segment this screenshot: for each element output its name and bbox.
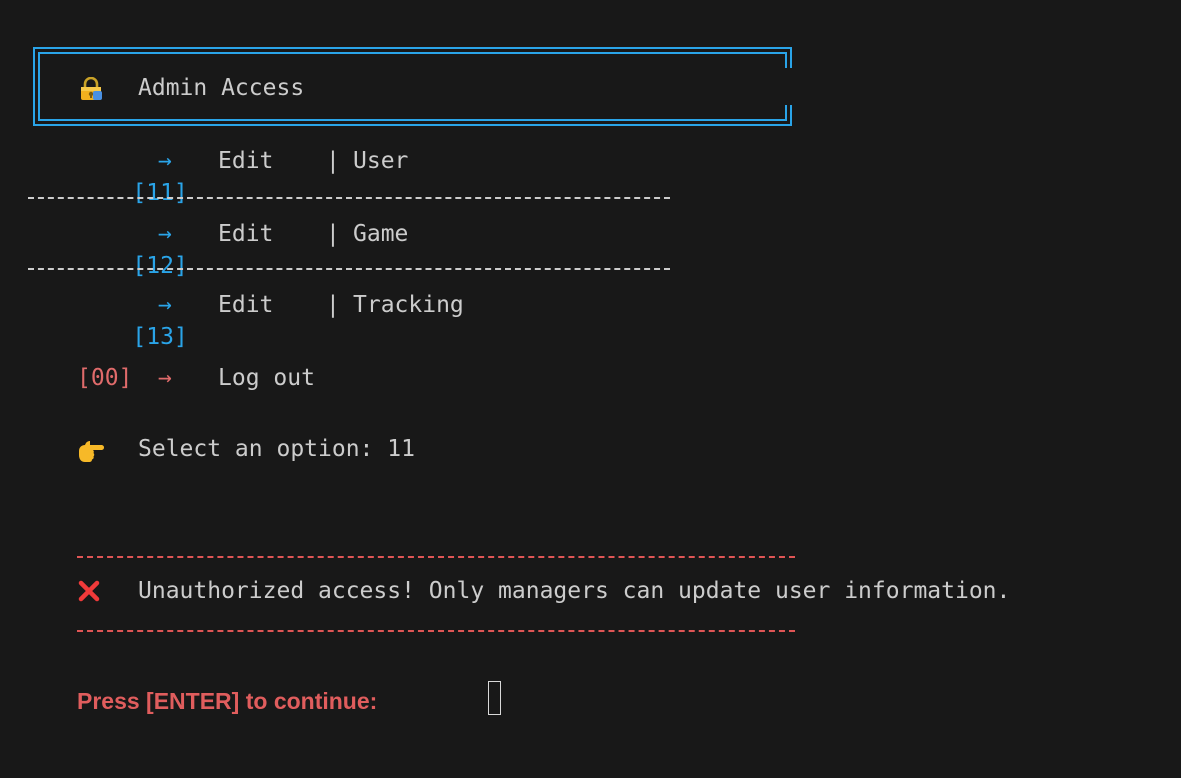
option-prompt: Select an option: 11 bbox=[138, 436, 415, 462]
error-divider-top bbox=[77, 556, 795, 558]
divider bbox=[28, 268, 670, 270]
lock-icon bbox=[81, 77, 102, 100]
logout-key: [00] bbox=[77, 365, 133, 391]
arrow-icon: → bbox=[158, 221, 172, 247]
menu-target: Tracking bbox=[353, 292, 464, 318]
header-box-gap bbox=[780, 68, 796, 105]
menu-separator: | bbox=[326, 221, 340, 247]
error-message: Unauthorized access! Only managers can u… bbox=[138, 578, 1011, 604]
page-title: Admin Access bbox=[138, 75, 305, 101]
continue-prompt: Press [ENTER] to continue: bbox=[77, 688, 378, 714]
terminal-window: Admin Access [11] → Edit | User [12] → E… bbox=[0, 0, 1181, 778]
cross-mark-icon bbox=[78, 580, 100, 602]
menu-action: Edit bbox=[218, 221, 274, 247]
arrow-icon: → bbox=[158, 148, 172, 174]
menu-key: [11] bbox=[132, 180, 188, 206]
menu-action: Edit bbox=[218, 292, 274, 318]
menu-target: User bbox=[353, 148, 409, 174]
pointing-hand-icon bbox=[79, 441, 104, 462]
error-divider-bottom bbox=[77, 630, 795, 632]
arrow-icon: → bbox=[158, 365, 172, 391]
menu-key: [12] bbox=[132, 253, 188, 279]
logout-label: Log out bbox=[218, 365, 315, 391]
menu-separator: | bbox=[326, 148, 340, 174]
menu-target: Game bbox=[353, 221, 409, 247]
menu-separator: | bbox=[326, 292, 340, 318]
divider bbox=[28, 197, 670, 199]
text-cursor[interactable] bbox=[488, 681, 501, 715]
arrow-icon: → bbox=[158, 292, 172, 318]
menu-action: Edit bbox=[218, 148, 274, 174]
menu-key: [13] bbox=[132, 324, 188, 350]
